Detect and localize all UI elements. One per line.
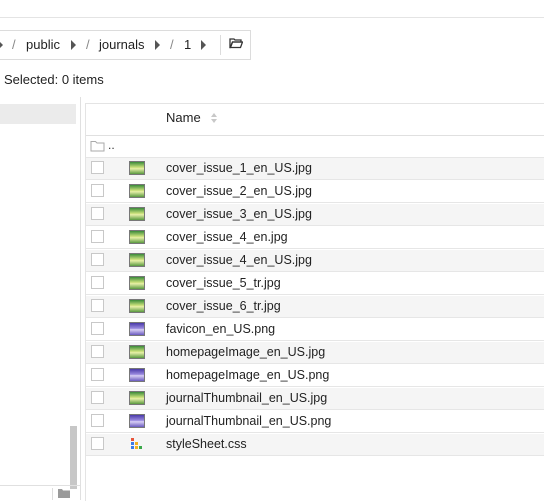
row-checkbox[interactable] bbox=[91, 207, 104, 220]
row-checkbox[interactable] bbox=[91, 276, 104, 289]
row-checkbox[interactable] bbox=[91, 437, 104, 450]
breadcrumb-separator: / bbox=[170, 37, 174, 52]
image-file-icon bbox=[129, 414, 145, 428]
file-name: cover_issue_5_tr.jpg bbox=[166, 276, 281, 290]
file-row[interactable]: styleSheet.css bbox=[86, 434, 544, 456]
selection-status: Selected: 0 items bbox=[4, 72, 104, 87]
breadcrumb-separator: / bbox=[86, 37, 90, 52]
breadcrumb: / public / journals / 1 bbox=[0, 30, 253, 60]
sort-icon[interactable] bbox=[210, 112, 218, 124]
tree-item-selected[interactable] bbox=[0, 104, 76, 124]
table-header: Name bbox=[86, 104, 544, 136]
file-name: cover_issue_4_en.jpg bbox=[166, 230, 288, 244]
breadcrumb-separator: / bbox=[12, 37, 16, 52]
file-name: homepageImage_en_US.jpg bbox=[166, 345, 326, 359]
image-file-icon bbox=[129, 345, 145, 359]
row-checkbox[interactable] bbox=[91, 230, 104, 243]
image-file-icon bbox=[129, 276, 145, 290]
file-name: journalThumbnail_en_US.png bbox=[166, 414, 332, 428]
row-checkbox[interactable] bbox=[91, 322, 104, 335]
image-file-icon bbox=[129, 368, 145, 382]
file-name: cover_issue_2_en_US.jpg bbox=[166, 184, 312, 198]
image-file-icon bbox=[129, 253, 145, 267]
row-checkbox[interactable] bbox=[91, 345, 104, 358]
image-file-icon bbox=[129, 207, 145, 221]
parent-directory-label: .. bbox=[108, 138, 115, 152]
file-name: favicon_en_US.png bbox=[166, 322, 276, 336]
folder-outline-icon bbox=[90, 141, 105, 152]
row-checkbox[interactable] bbox=[91, 414, 104, 427]
file-row[interactable]: cover_issue_6_tr.jpg bbox=[86, 296, 544, 318]
row-checkbox[interactable] bbox=[91, 184, 104, 197]
chevron-right-icon[interactable] bbox=[155, 40, 160, 50]
row-checkbox[interactable] bbox=[91, 299, 104, 312]
folder-tree-panel bbox=[0, 97, 81, 500]
file-name: cover_issue_3_en_US.jpg bbox=[166, 207, 312, 221]
breadcrumb-item-public[interactable]: public bbox=[26, 37, 60, 52]
parent-directory-row[interactable]: .. bbox=[86, 136, 544, 158]
row-checkbox[interactable] bbox=[91, 161, 104, 174]
image-file-icon bbox=[129, 184, 145, 198]
file-row[interactable]: journalThumbnail_en_US.jpg bbox=[86, 388, 544, 410]
file-name: styleSheet.css bbox=[166, 437, 247, 451]
image-file-icon bbox=[129, 299, 145, 313]
row-checkbox[interactable] bbox=[91, 368, 104, 381]
folder-open-icon bbox=[229, 38, 243, 49]
image-file-icon bbox=[129, 322, 145, 336]
file-row[interactable]: homepageImage_en_US.png bbox=[86, 365, 544, 387]
file-name: journalThumbnail_en_US.jpg bbox=[166, 391, 328, 405]
file-name: cover_issue_1_en_US.jpg bbox=[166, 161, 312, 175]
file-row[interactable]: favicon_en_US.png bbox=[86, 319, 544, 341]
top-divider bbox=[0, 17, 544, 18]
row-checkbox[interactable] bbox=[91, 391, 104, 404]
file-table: Name .. cover_issue_1_en_US.jpg cover_iss… bbox=[85, 103, 544, 501]
column-header-name[interactable]: Name bbox=[166, 110, 201, 125]
scrollbar-thumb[interactable] bbox=[70, 426, 77, 489]
breadcrumb-item-journals[interactable]: journals bbox=[99, 37, 145, 52]
open-folder-button[interactable] bbox=[220, 35, 251, 55]
file-row[interactable]: journalThumbnail_en_US.png bbox=[86, 411, 544, 433]
chevron-right-icon[interactable] bbox=[71, 40, 76, 50]
chevron-right-icon[interactable] bbox=[201, 40, 206, 50]
file-row[interactable]: cover_issue_4_en_US.jpg bbox=[86, 250, 544, 272]
chevron-right-icon[interactable] bbox=[0, 40, 3, 50]
row-checkbox[interactable] bbox=[91, 253, 104, 266]
footer-separator bbox=[52, 488, 53, 500]
file-name: homepageImage_en_US.png bbox=[166, 368, 330, 382]
file-row[interactable]: homepageImage_en_US.jpg bbox=[86, 342, 544, 364]
file-row[interactable]: cover_issue_4_en.jpg bbox=[86, 227, 544, 249]
file-row[interactable]: cover_issue_3_en_US.jpg bbox=[86, 204, 544, 226]
breadcrumb-item-1[interactable]: 1 bbox=[184, 37, 191, 52]
image-file-icon bbox=[129, 391, 145, 405]
image-file-icon bbox=[129, 230, 145, 244]
panel-footer-divider bbox=[0, 485, 80, 486]
stylesheet-file-icon bbox=[131, 438, 142, 449]
file-name: cover_issue_6_tr.jpg bbox=[166, 299, 281, 313]
image-file-icon bbox=[129, 161, 145, 175]
file-name: cover_issue_4_en_US.jpg bbox=[166, 253, 312, 267]
file-row[interactable]: cover_issue_1_en_US.jpg bbox=[86, 158, 544, 180]
folder-icon[interactable] bbox=[57, 488, 71, 499]
file-row[interactable]: cover_issue_2_en_US.jpg bbox=[86, 181, 544, 203]
file-row[interactable]: cover_issue_5_tr.jpg bbox=[86, 273, 544, 295]
